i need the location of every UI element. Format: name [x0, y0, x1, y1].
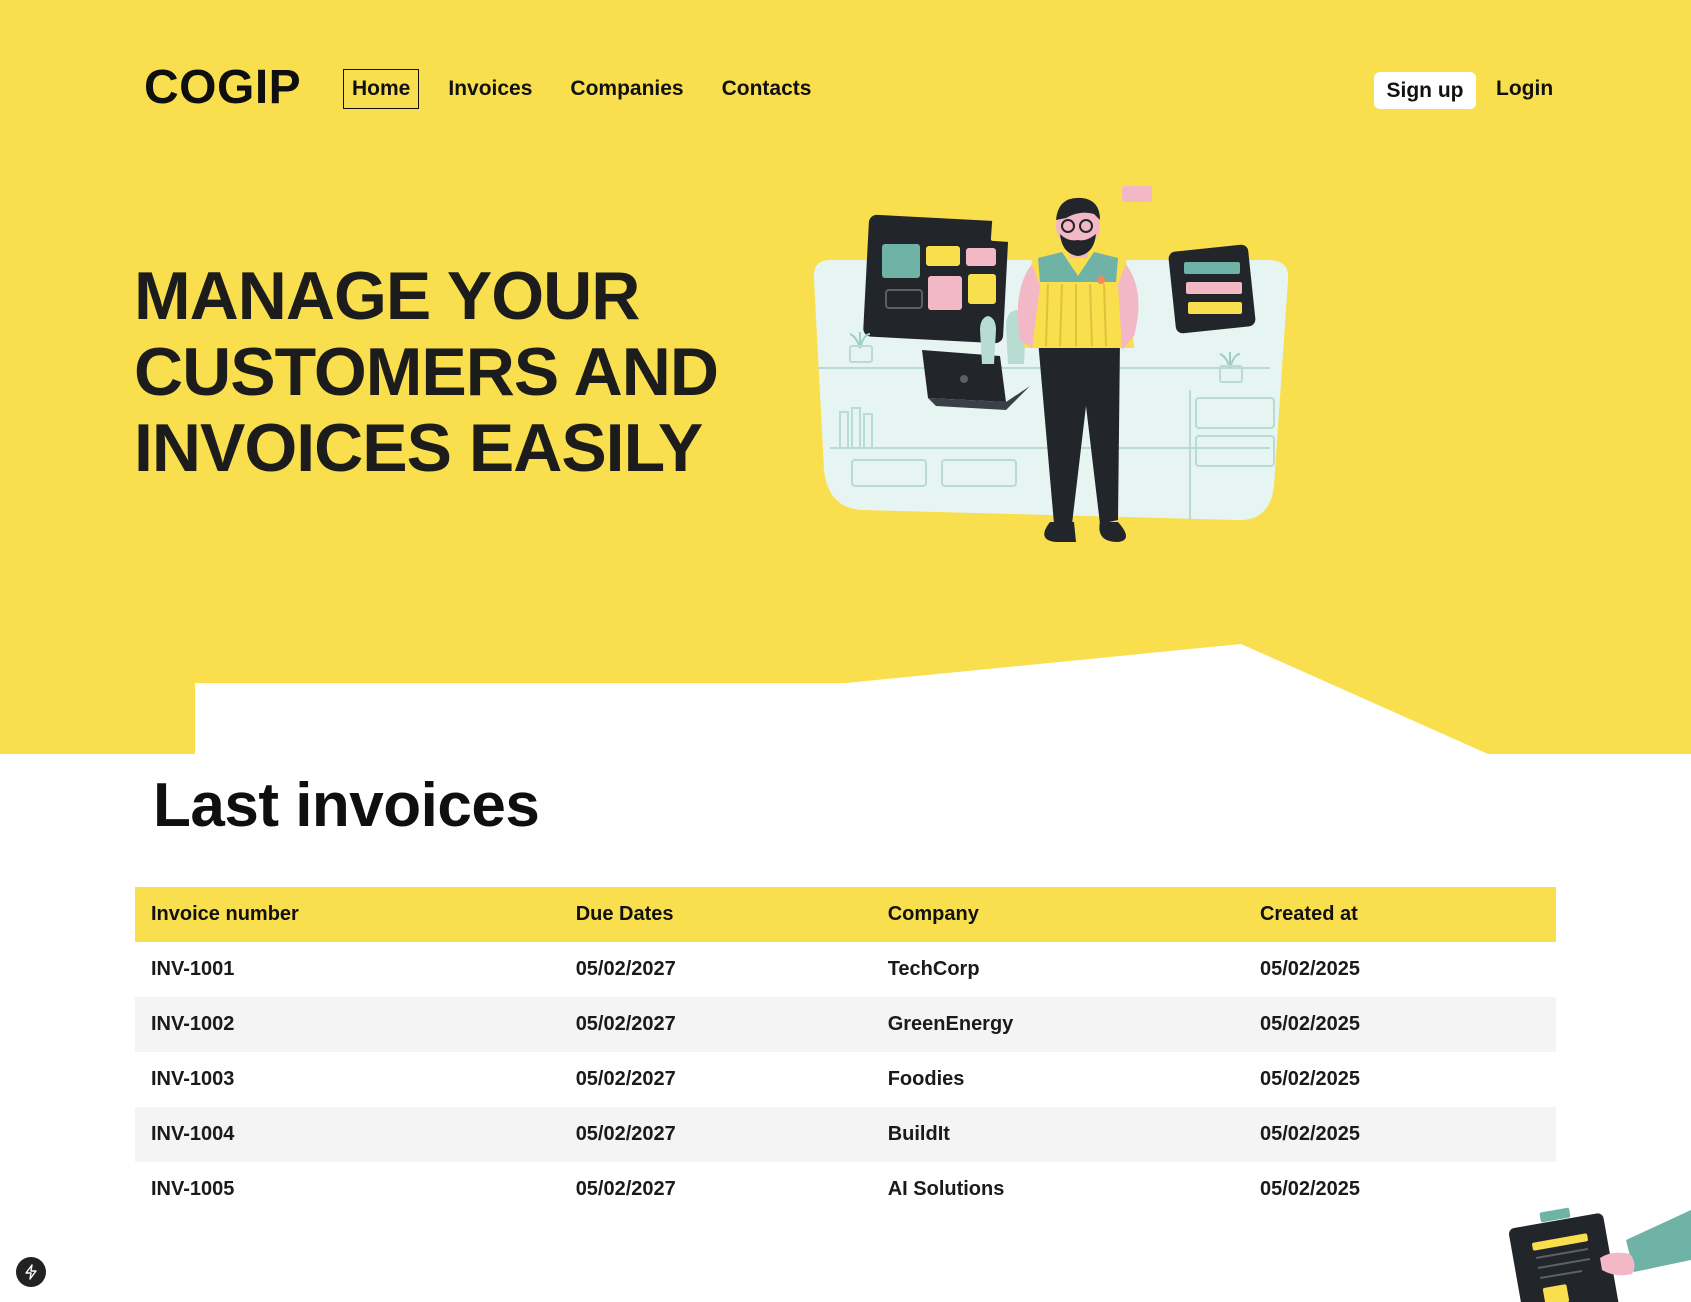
table-row[interactable]: INV-1004 05/02/2027 BuildIt 05/02/2025 [135, 1107, 1556, 1162]
headline-line: CUSTOMERS AND [134, 334, 719, 410]
column-header: Due Dates [559, 887, 872, 942]
invoice-number-cell: INV-1002 [135, 997, 560, 1052]
clipboard-hand-illustration [1508, 1207, 1691, 1302]
table-row[interactable]: INV-1001 05/02/2027 TechCorp 05/02/2025 [135, 942, 1556, 997]
due-date-cell: 05/02/2027 [559, 997, 872, 1052]
due-date-cell: 05/02/2027 [559, 1107, 872, 1162]
logo[interactable]: COGIP [144, 60, 301, 115]
lightning-icon[interactable] [16, 1257, 46, 1287]
created-at-cell: 05/02/2025 [1259, 1068, 1361, 1090]
company-cell: AI Solutions [887, 1178, 1005, 1200]
company-cell: BuildIt [871, 1107, 1244, 1162]
table-row[interactable]: INV-1003 05/02/2027 Foodies 05/02/2025 [135, 1052, 1556, 1107]
main-nav: Home Invoices Companies Contacts [343, 69, 840, 109]
signup-button[interactable]: Sign up [1374, 72, 1476, 109]
invoice-number-cell: INV-1004 [135, 1107, 560, 1162]
lightning-glyph [25, 1264, 37, 1280]
invoice-number-cell: INV-1001 [151, 958, 235, 980]
company-cell: Foodies [887, 1068, 965, 1090]
created-at-cell: 05/02/2025 [1243, 1107, 1556, 1162]
headline-line: INVOICES EASILY [134, 410, 703, 486]
headline-line: MANAGE YOUR [134, 258, 640, 334]
column-header: Created at [1243, 887, 1556, 942]
column-header: Invoice number [135, 887, 560, 942]
column-header: Company [871, 887, 1244, 942]
invoices-table: Invoice number Due Dates Company Created… [135, 887, 1556, 1217]
created-at-cell: 05/02/2025 [1243, 997, 1556, 1052]
due-date-cell: 05/02/2027 [575, 1068, 676, 1090]
created-at-cell: 05/02/2025 [1259, 958, 1361, 980]
table-header-row: Invoice number Due Dates Company Created… [135, 887, 1556, 942]
due-date-cell: 05/02/2027 [575, 1178, 676, 1200]
table-row[interactable]: INV-1005 05/02/2027 AI Solutions 05/02/2… [135, 1162, 1556, 1217]
due-date-cell: 05/02/2027 [575, 958, 676, 980]
hero-headline: MANAGE YOUR CUSTOMERS AND INVOICES EASIL… [134, 258, 774, 486]
nav-companies[interactable]: Companies [561, 69, 692, 109]
invoice-number-cell: INV-1005 [151, 1178, 235, 1200]
table-row[interactable]: INV-1002 05/02/2027 GreenEnergy 05/02/20… [135, 997, 1556, 1052]
company-cell: TechCorp [887, 958, 980, 980]
company-cell: GreenEnergy [871, 997, 1244, 1052]
nav-home[interactable]: Home [343, 69, 420, 109]
invoice-number-cell: INV-1003 [151, 1068, 235, 1090]
login-link[interactable]: Login [1496, 77, 1553, 101]
nav-contacts[interactable]: Contacts [713, 69, 821, 109]
nav-invoices[interactable]: Invoices [439, 69, 541, 109]
last-invoices-title: Last invoices [153, 771, 540, 840]
person-with-dashboards-illustration [813, 186, 1289, 542]
